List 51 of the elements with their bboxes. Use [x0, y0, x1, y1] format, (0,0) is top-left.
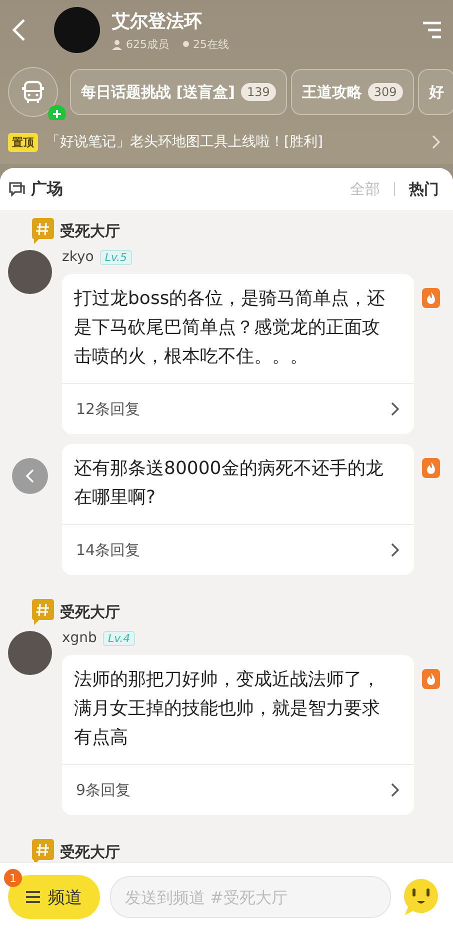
back-button[interactable]	[12, 458, 48, 494]
user-avatar[interactable]	[8, 250, 52, 294]
count-badge: 309	[368, 83, 403, 101]
section-title: 广场	[31, 178, 64, 200]
message-input[interactable]: 发送到频道 #受死大厅	[110, 876, 391, 918]
chat-icon	[8, 181, 25, 197]
group-title: 艾尔登法环	[112, 10, 203, 32]
chevron-right-icon	[390, 783, 400, 797]
username[interactable]: zkyo	[62, 249, 94, 265]
count-badge: 139	[240, 83, 276, 101]
message-card[interactable]: 还有那条送80000金的病死不还手的龙在哪里啊? 14条回复	[62, 444, 414, 575]
hashtag-icon	[32, 218, 54, 244]
message-text: 法师的那把刀好帅，变成近战法师了，满月女王掉的技能也帅，就是智力要求有点高	[73, 668, 381, 750]
message-card[interactable]: 法师的那把刀好帅，变成近战法师了，满月女王掉的技能也帅，就是智力要求有点高 9条回复	[62, 655, 414, 815]
message-text: 打过龙boss的各位，是骑马简单点，还是下马砍尾巴简单点？感觉龙的正面攻击喷的火，根本吃不住。。。	[73, 287, 386, 369]
channel-name[interactable]: 受死大厅	[60, 602, 120, 622]
add-channel-button[interactable]	[8, 67, 58, 117]
channel-name[interactable]: 受死大厅	[60, 222, 120, 240]
reply-count-link[interactable]: 14条回复	[62, 524, 414, 575]
hashtag-icon	[32, 599, 54, 625]
pinned-badge: 置顶	[8, 132, 38, 152]
channel-chip[interactable]: 每日话题挑战 [送盲盒] 139	[70, 69, 287, 115]
reply-count-link[interactable]: 9条回复	[62, 764, 414, 815]
level-badge: Lv.4	[102, 630, 136, 646]
chevron-right-icon[interactable]	[431, 135, 441, 149]
group-logo	[54, 7, 100, 53]
online-dot-icon	[183, 41, 189, 47]
channel-chip[interactable]: 王道攻略 309	[290, 69, 414, 115]
bus-icon	[20, 79, 46, 105]
menu-icon[interactable]	[421, 19, 443, 41]
chevron-right-icon	[390, 402, 400, 416]
user-avatar[interactable]	[8, 631, 52, 675]
chevron-right-icon	[390, 543, 400, 557]
sort-tab[interactable]: 热门	[409, 180, 439, 198]
chevron-left-icon	[25, 469, 35, 483]
message-text: 还有那条送80000金的病死不还手的龙在哪里啊?	[73, 457, 384, 510]
message-card[interactable]: 打过龙boss的各位，是骑马简单点，还是下马砍尾巴简单点？感觉龙的正面攻击喷的火，根本吃不住。。。 12条回复	[62, 274, 414, 434]
member-count: 625成员	[126, 36, 169, 52]
channel-label: 每日话题挑战 [送盲盒]	[81, 82, 235, 102]
list-icon	[26, 890, 40, 904]
level-badge: Lv.5	[100, 250, 132, 264]
smiley-icon[interactable]	[401, 877, 441, 917]
username[interactable]: xgnb	[62, 630, 97, 646]
channel-name[interactable]: 受死大厅	[60, 842, 120, 862]
person-icon	[112, 38, 122, 50]
reply-count-link[interactable]: 12条回复	[62, 383, 414, 434]
plus-icon	[48, 105, 66, 120]
notification-badge: 1	[4, 869, 22, 887]
channel-label: 好	[428, 82, 444, 102]
channel-label: 王道攻略	[302, 82, 362, 102]
online-count: 25在线	[193, 36, 229, 52]
